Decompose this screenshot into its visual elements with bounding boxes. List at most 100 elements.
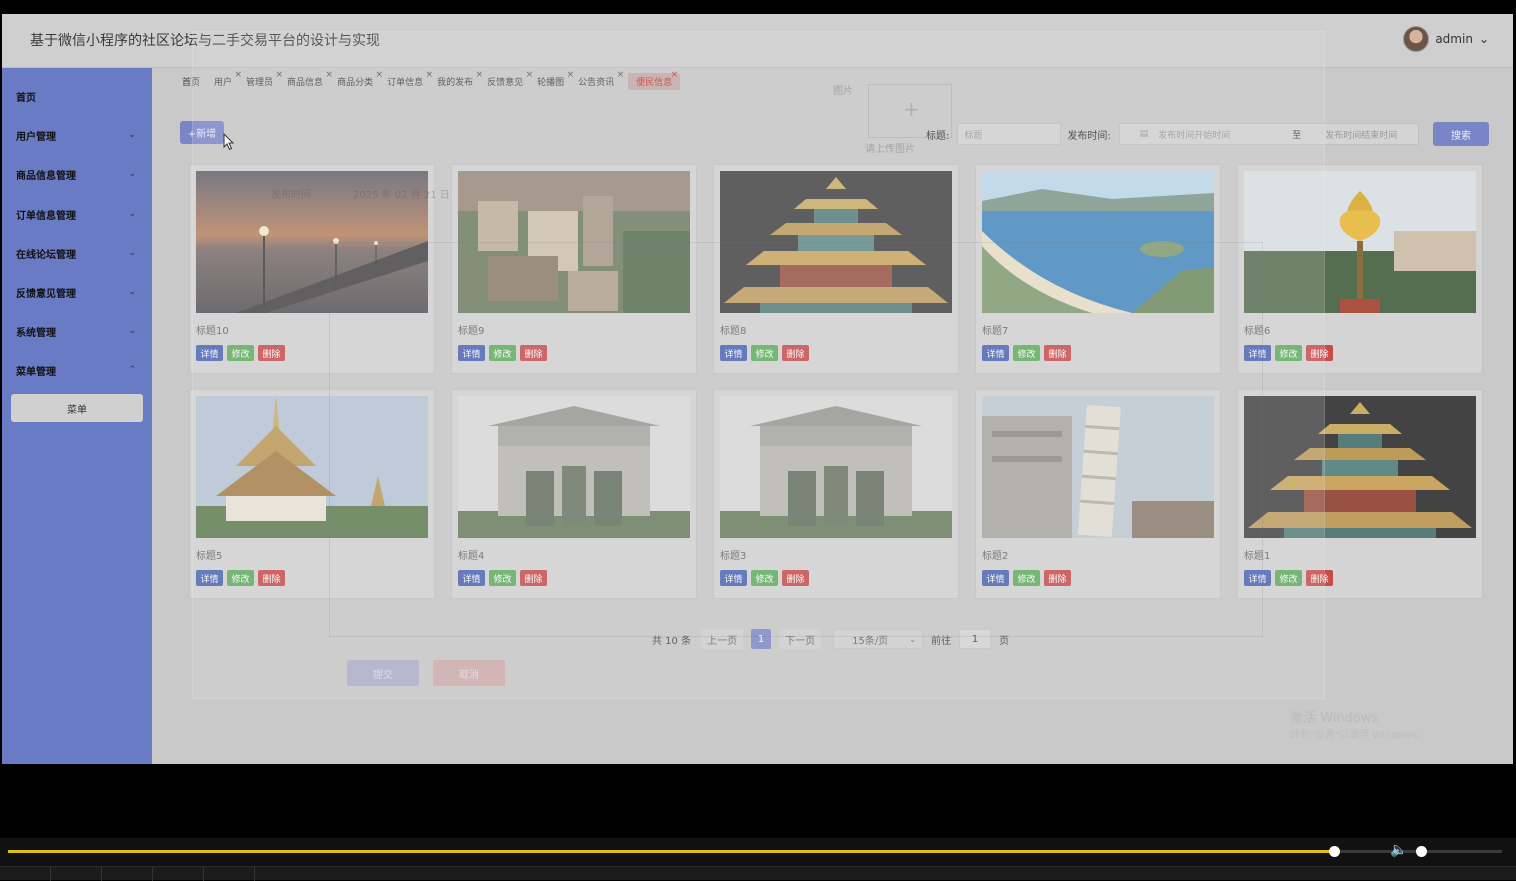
detail-button[interactable]: 详情 xyxy=(982,570,1009,586)
detail-button[interactable]: 详情 xyxy=(1244,345,1271,361)
info-card[interactable]: 标题3 详情 修改 删除 xyxy=(713,389,959,599)
progress-knob[interactable] xyxy=(1329,846,1341,857)
delete-button[interactable]: 删除 xyxy=(1306,570,1333,586)
tab-5[interactable]: 订单信息 × xyxy=(387,70,433,88)
card-image[interactable] xyxy=(982,396,1214,538)
close-icon[interactable]: × xyxy=(234,70,242,80)
card-image[interactable] xyxy=(196,171,428,313)
detail-button[interactable]: 详情 xyxy=(1244,570,1271,586)
tab-9[interactable]: 公告资讯 × xyxy=(578,70,624,88)
info-card[interactable]: 标题5 详情 修改 删除 xyxy=(189,389,435,599)
page-number-current[interactable]: 1 xyxy=(751,629,772,649)
close-icon[interactable]: × xyxy=(276,70,284,80)
sidebar-subitem-menu[interactable]: 菜单 xyxy=(11,394,143,422)
sidebar-item-2[interactable]: 商品信息管理 ⌄ xyxy=(2,155,152,194)
time-range-picker[interactable]: ▤ 发布时间开始时间 至 发布时间结束时间 xyxy=(1118,123,1419,145)
close-icon[interactable]: × xyxy=(326,70,334,80)
edit-button[interactable]: 修改 xyxy=(489,570,516,586)
sidebar-item-3[interactable]: 订单信息管理 ⌄ xyxy=(2,195,152,234)
info-card[interactable]: 标题2 详情 修改 删除 xyxy=(975,389,1221,599)
delete-button[interactable]: 删除 xyxy=(1044,570,1071,586)
edit-button[interactable]: 修改 xyxy=(489,345,516,361)
tab-4[interactable]: 商品分类 × xyxy=(337,70,383,88)
info-card[interactable]: 标题6 详情 修改 删除 xyxy=(1237,164,1483,374)
goto-page-input[interactable]: 1 xyxy=(959,629,992,649)
tab-6[interactable]: 我的发布 × xyxy=(437,70,483,88)
close-icon[interactable]: × xyxy=(671,70,679,80)
info-card[interactable]: 标题9 详情 修改 删除 xyxy=(451,164,697,374)
card-image[interactable] xyxy=(196,396,428,538)
detail-button[interactable]: 详情 xyxy=(720,345,747,361)
detail-button[interactable]: 详情 xyxy=(720,570,747,586)
tab-3[interactable]: 商品信息 × xyxy=(287,70,333,88)
delete-button[interactable]: 删除 xyxy=(258,570,285,586)
close-icon[interactable]: × xyxy=(476,70,484,80)
tab-7[interactable]: 反馈意见 × xyxy=(487,70,533,88)
info-card[interactable]: 标题10 详情 修改 删除 xyxy=(189,164,435,374)
card-image[interactable] xyxy=(1244,396,1476,538)
detail-button[interactable]: 详情 xyxy=(982,345,1009,361)
time-start-input[interactable]: 发布时间开始时间 xyxy=(1158,128,1268,141)
tab-8[interactable]: 轮播图 × xyxy=(537,70,574,88)
edit-button[interactable]: 修改 xyxy=(1275,345,1302,361)
search-button[interactable]: 搜索 xyxy=(1433,122,1489,146)
add-button[interactable]: +新增 xyxy=(180,121,224,144)
detail-button[interactable]: 详情 xyxy=(196,570,223,586)
card-image[interactable] xyxy=(458,171,690,313)
info-card[interactable]: 标题4 详情 修改 删除 xyxy=(451,389,697,599)
prev-page-button[interactable]: 上一页 xyxy=(701,629,744,649)
info-card[interactable]: 标题8 详情 修改 删除 xyxy=(713,164,959,374)
delete-button[interactable]: 删除 xyxy=(258,345,285,361)
progress-track[interactable] xyxy=(8,846,1498,857)
tab-1[interactable]: 用户 × xyxy=(214,70,242,88)
detail-button[interactable]: 详情 xyxy=(196,345,223,361)
sidebar-item-1[interactable]: 用户管理 ⌄ xyxy=(2,116,152,155)
card-image[interactable] xyxy=(458,396,690,538)
user-menu[interactable]: admin ⌄ xyxy=(1403,26,1489,52)
card-image[interactable] xyxy=(720,396,952,538)
delete-button[interactable]: 删除 xyxy=(782,570,809,586)
edit-button[interactable]: 修改 xyxy=(1275,570,1302,586)
close-icon[interactable]: × xyxy=(617,70,625,80)
delete-button[interactable]: 删除 xyxy=(520,345,547,361)
delete-button[interactable]: 删除 xyxy=(1044,345,1071,361)
info-card[interactable]: 标题1 详情 修改 删除 xyxy=(1237,389,1483,599)
player-bottom-strip xyxy=(0,866,1516,881)
time-end-input[interactable]: 发布时间结束时间 xyxy=(1325,128,1397,141)
title-search-input[interactable]: 标题 xyxy=(957,123,1062,145)
tab-bar: 首页 用户 × 管理员 × 商品信息 × 商品分类 × 订单信息 × 我的发布 × 反馈意见 × 轮播图 × 公告… xyxy=(182,70,694,92)
delete-button[interactable]: 删除 xyxy=(782,345,809,361)
edit-button[interactable]: 修改 xyxy=(1013,570,1040,586)
edit-button[interactable]: 修改 xyxy=(751,570,778,586)
sidebar-item-5[interactable]: 反馈意见管理 ⌄ xyxy=(2,273,152,312)
info-card[interactable]: 标题7 详情 修改 删除 xyxy=(975,164,1221,374)
edit-button[interactable]: 修改 xyxy=(751,345,778,361)
sidebar-item-7[interactable]: 菜单管理 ⌃ xyxy=(2,351,152,390)
card-image[interactable] xyxy=(1244,171,1476,313)
sidebar-item-0[interactable]: 首页 xyxy=(2,77,152,116)
detail-button[interactable]: 详情 xyxy=(458,345,485,361)
detail-button[interactable]: 详情 xyxy=(458,570,485,586)
volume-icon[interactable]: 🔈 xyxy=(1390,842,1407,858)
edit-button[interactable]: 修改 xyxy=(1013,345,1040,361)
tab-10[interactable]: 便民信息 × xyxy=(628,70,681,90)
sidebar-item-4[interactable]: 在线论坛管理 ⌄ xyxy=(2,234,152,273)
volume-knob[interactable] xyxy=(1415,846,1427,857)
card-image[interactable] xyxy=(982,171,1214,313)
close-icon[interactable]: × xyxy=(426,70,434,80)
close-icon[interactable]: × xyxy=(526,70,534,80)
edit-button[interactable]: 修改 xyxy=(227,345,254,361)
tab-2[interactable]: 管理员 × xyxy=(246,70,283,88)
volume-track[interactable] xyxy=(1414,850,1502,853)
next-page-button[interactable]: 下一页 xyxy=(779,629,822,649)
card-image[interactable] xyxy=(720,171,952,313)
avatar[interactable] xyxy=(1403,26,1430,52)
close-icon[interactable]: × xyxy=(376,70,384,80)
edit-button[interactable]: 修改 xyxy=(227,570,254,586)
close-icon[interactable]: × xyxy=(567,70,575,80)
delete-button[interactable]: 删除 xyxy=(1306,345,1333,361)
sidebar-item-6[interactable]: 系统管理 ⌄ xyxy=(2,312,152,351)
delete-button[interactable]: 删除 xyxy=(520,570,547,586)
tab-0[interactable]: 首页 xyxy=(182,75,200,88)
page-size-select[interactable]: 15条/页 ⌄ xyxy=(833,629,924,649)
